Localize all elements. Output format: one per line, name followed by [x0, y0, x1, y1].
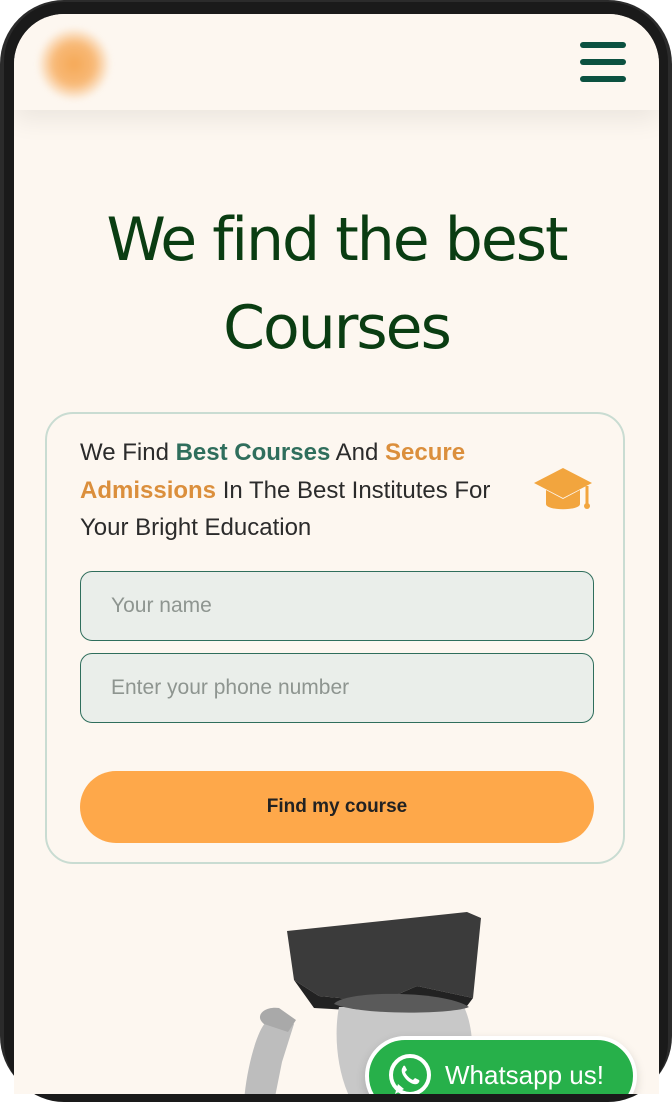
graduation-cap-icon: [534, 468, 592, 510]
logo[interactable]: [38, 28, 110, 100]
whatsapp-label: Whatsapp us!: [445, 1060, 604, 1090]
hamburger-menu-icon[interactable]: [580, 42, 630, 82]
site-header: [14, 14, 659, 110]
highlight-best-courses: Best Courses: [175, 439, 331, 466]
hero-title-line1: We find the best: [106, 205, 568, 275]
course-finder-card: We Find Best Courses And Secure Admissio…: [45, 412, 625, 864]
whatsapp-icon: [389, 1054, 431, 1094]
screen: We find the best Courses We Find Best Co…: [14, 14, 659, 1094]
whatsapp-button[interactable]: Whatsapp us!: [365, 1036, 637, 1094]
find-course-button[interactable]: Find my course: [80, 771, 594, 843]
hero-title-line2: Courses: [223, 293, 452, 363]
phone-input[interactable]: [80, 653, 594, 723]
name-input[interactable]: [80, 571, 594, 641]
card-description: We Find Best Courses And Secure Admissio…: [80, 439, 491, 541]
hero-title: We find the best Courses: [14, 196, 659, 372]
